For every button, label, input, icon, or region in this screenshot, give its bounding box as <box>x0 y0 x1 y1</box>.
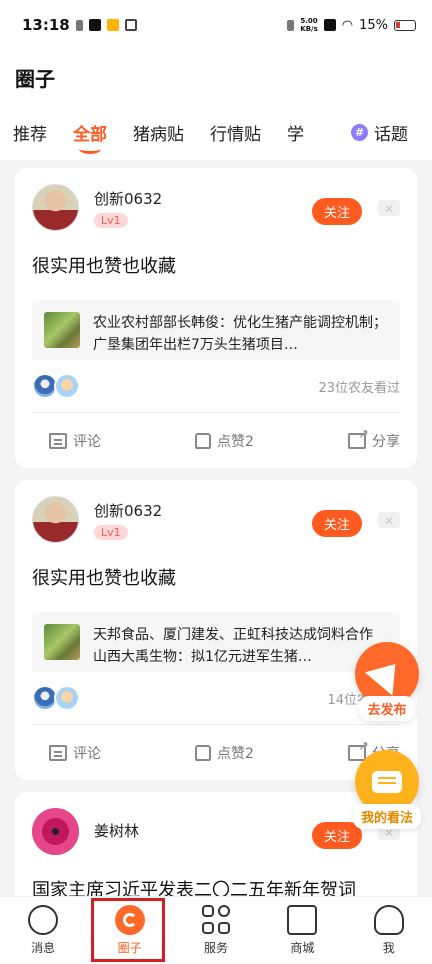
viewers-row: 23位农友看过 <box>32 360 400 412</box>
tab-topics[interactable]: # 话题 <box>347 120 408 145</box>
nav-label: 服务 <box>203 941 228 955</box>
post-card[interactable]: 创新0632 Lv1 关注 × 很实用也赞也收藏 农业农村部部长韩俊：优化生猪产… <box>15 168 417 468</box>
article-thumbnail <box>44 312 80 348</box>
dismiss-icon[interactable]: × <box>378 512 400 528</box>
article-thumbnail <box>44 624 80 660</box>
viewers-count: 23位农友看过 <box>318 380 400 396</box>
article-title: 农业农村部部长韩俊：优化生猪产能调控机制；广垦集团年出栏7万头生猪项目… <box>93 315 387 353</box>
net-speed-unit: KB/s <box>300 25 318 33</box>
nav-label: 圈子 <box>117 941 142 955</box>
post-feed: 创新0632 Lv1 关注 × 很实用也赞也收藏 农业农村部部长韩俊：优化生猪产… <box>0 160 432 964</box>
comment-button[interactable]: 评论 <box>49 431 101 451</box>
viewer-avatar <box>54 685 80 711</box>
vibrate-icon <box>287 19 295 31</box>
like-label: 点赞2 <box>217 745 254 762</box>
thumbs-up-icon <box>195 744 212 761</box>
page-title: 圈子 <box>15 67 55 91</box>
status-bar: 13:18 5.00 KB/s ◠ 15% <box>0 0 432 50</box>
comment-label: 评论 <box>73 433 101 450</box>
publish-label: 去发布 <box>359 696 415 721</box>
battery-percent: 15% <box>359 17 388 33</box>
app-notification-icon-2 <box>124 19 137 31</box>
tab-all[interactable]: 全部 <box>73 120 107 154</box>
no-sim-icon <box>323 19 336 31</box>
tab-bar: 推荐 全部 猪病贴 行情贴 学 # 话题 <box>0 105 432 160</box>
circle-icon <box>114 905 145 935</box>
hashtag-icon: # <box>351 124 368 141</box>
my-view-button[interactable]: 我的看法 <box>353 750 422 829</box>
tab-pig-disease[interactable]: 猪病贴 <box>133 120 184 145</box>
nav-circle[interactable]: 圈子 <box>95 905 165 956</box>
thumbs-up-icon <box>195 432 212 449</box>
avatar[interactable] <box>32 808 79 855</box>
like-button[interactable]: 点赞2 <box>195 431 254 451</box>
linked-article[interactable]: 天邦食品、厦门建发、正虹科技达成饲料合作 山西大禹生物：拟1亿元进军生猪… <box>32 612 400 672</box>
post-actions: 评论 点赞2 分享 <box>32 413 400 468</box>
level-badge: Lv1 <box>94 525 128 540</box>
wifi-icon: ◠ <box>341 17 354 33</box>
like-button[interactable]: 点赞2 <box>195 743 254 763</box>
share-button[interactable]: 分享 <box>347 427 400 451</box>
level-badge: Lv1 <box>94 213 128 228</box>
net-speed: 5.00 KB/s <box>300 17 317 33</box>
user-name[interactable]: 创新0632 <box>94 188 162 209</box>
sim-icon <box>75 19 83 31</box>
nav-label: 商城 <box>290 941 315 955</box>
header: 圈子 <box>0 50 432 105</box>
viewer-avatar <box>54 373 80 399</box>
post-card[interactable]: 创新0632 Lv1 关注 × 很实用也赞也收藏 天邦食品、厦门建发、正虹科技达… <box>15 480 417 780</box>
tab-recommend[interactable]: 推荐 <box>13 120 47 145</box>
follow-button[interactable]: 关注 <box>311 198 362 225</box>
shop-icon <box>287 905 318 935</box>
net-speed-value: 5.00 <box>300 17 318 25</box>
article-title: 天邦食品、厦门建发、正虹科技达成饲料合作 山西大禹生物：拟1亿元进军生猪… <box>93 627 373 665</box>
tab-market[interactable]: 行情贴 <box>210 120 261 145</box>
services-icon <box>201 905 231 935</box>
my-view-label: 我的看法 <box>353 804 422 829</box>
linked-article[interactable]: 农业农村部部长韩俊：优化生猪产能调控机制；广垦集团年出栏7万头生猪项目… <box>32 300 400 360</box>
tiktok-icon <box>88 19 101 31</box>
share-icon <box>347 427 369 449</box>
avatar[interactable] <box>32 184 79 231</box>
bottom-nav: 消息 圈子 服务 商城 我 <box>0 896 432 964</box>
dismiss-icon[interactable]: × <box>378 200 400 216</box>
user-name[interactable]: 姜树林 <box>94 820 139 841</box>
app-notification-icon <box>106 19 119 31</box>
topic-label: 话题 <box>374 125 408 145</box>
nav-me[interactable]: 我 <box>354 905 424 956</box>
status-time: 13:18 <box>22 16 70 34</box>
nav-messages[interactable]: 消息 <box>8 905 78 956</box>
nav-label: 我 <box>382 941 395 955</box>
nav-shop[interactable]: 商城 <box>267 905 337 956</box>
share-label: 分享 <box>371 433 400 450</box>
message-icon <box>28 905 59 935</box>
battery-icon <box>394 19 416 31</box>
comment-label: 评论 <box>73 745 101 762</box>
profile-icon <box>373 905 404 935</box>
nav-label: 消息 <box>31 941 56 955</box>
tab-learn[interactable]: 学 <box>287 120 307 145</box>
follow-button[interactable]: 关注 <box>311 510 362 537</box>
comment-button[interactable]: 评论 <box>49 743 101 763</box>
like-label: 点赞2 <box>217 433 254 450</box>
comment-icon <box>49 432 67 449</box>
post-text: 很实用也赞也收藏 <box>32 256 176 277</box>
post-text: 很实用也赞也收藏 <box>32 568 176 589</box>
avatar[interactable] <box>32 496 79 543</box>
post-actions: 评论 点赞2 分享 <box>32 725 400 780</box>
user-name[interactable]: 创新0632 <box>94 500 162 521</box>
nav-services[interactable]: 服务 <box>181 905 251 956</box>
comment-icon <box>49 744 67 761</box>
viewers-row: 14位农 <box>32 672 400 724</box>
publish-button[interactable]: 去发布 <box>354 642 420 721</box>
